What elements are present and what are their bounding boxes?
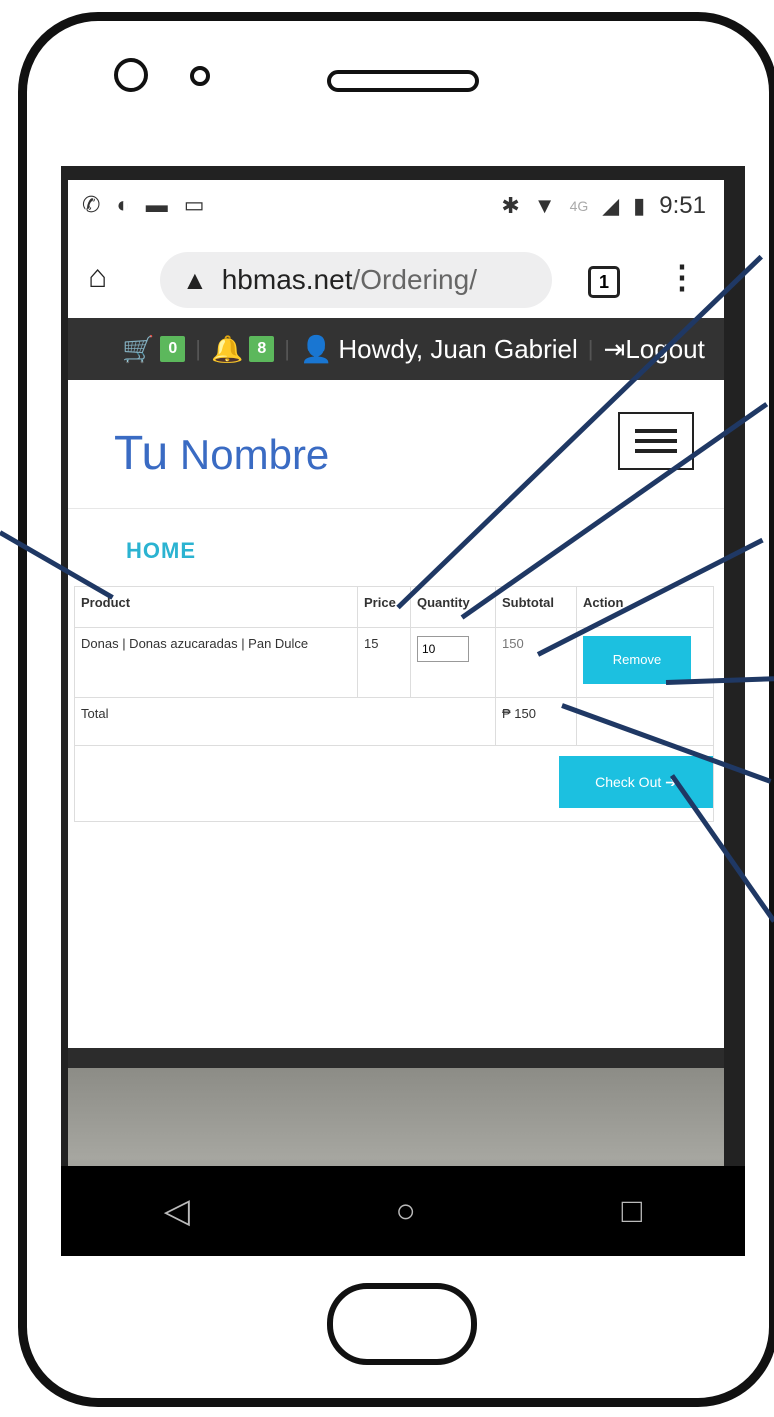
signal-audio-icon: ◐ bbox=[116, 192, 130, 217]
url-domain: hbmas.net bbox=[221, 264, 353, 295]
phone-home-button[interactable] bbox=[327, 1283, 477, 1365]
checkout-cell: Check Out ➔ bbox=[74, 745, 714, 822]
header-subtotal: Subtotal bbox=[495, 586, 577, 628]
total-label: Total bbox=[74, 697, 496, 746]
site-brand[interactable]: Tu Nombre bbox=[114, 426, 329, 481]
cart-table: Product Price Quantity Subtotal Action D… bbox=[74, 586, 714, 822]
action-cell: Remove bbox=[576, 627, 714, 698]
whatsapp-icon: ✆ bbox=[82, 192, 101, 217]
quantity-cell bbox=[410, 627, 496, 698]
notification-count-badge: 8 bbox=[249, 336, 275, 362]
user-icon: 👤 bbox=[300, 333, 333, 364]
divider: | bbox=[587, 336, 594, 361]
hamburger-line bbox=[635, 429, 677, 433]
table-row: Donas | Donas azucaradas | Pan Dulce 15 … bbox=[74, 627, 714, 698]
bell-icon[interactable]: 🔔 bbox=[211, 334, 243, 365]
total-row: Total ₱ 150 bbox=[74, 697, 714, 746]
greeting-link[interactable]: Howdy, Juan Gabriel bbox=[338, 334, 577, 365]
recents-icon[interactable]: □ bbox=[622, 1192, 643, 1231]
divider: | bbox=[284, 336, 290, 361]
battery-icon: ▮ bbox=[633, 193, 646, 218]
product-cell: Donas | Donas azucaradas | Pan Dulce bbox=[74, 627, 358, 698]
tab-switcher-button[interactable]: 1 bbox=[588, 266, 620, 298]
divider: | bbox=[195, 336, 201, 361]
price-cell: 15 bbox=[357, 627, 411, 698]
phone-screen: ✆ ◐ ▬ ▭ ✱ ▼ 4G ◢ ▮ 9:51 ⌂ ▲ hbmas.net/Or… bbox=[61, 166, 745, 1256]
more-options-icon[interactable]: ⋮ bbox=[666, 258, 698, 296]
browser-toolbar: ⌂ ▲ hbmas.net/Ordering/ 1 ⋮ bbox=[68, 234, 724, 318]
url-path: /Ordering/ bbox=[352, 264, 477, 295]
checkout-row: Check Out ➔ bbox=[74, 745, 714, 822]
cart-count-badge: 0 bbox=[160, 336, 186, 362]
hamburger-line bbox=[635, 449, 677, 453]
hamburger-line bbox=[635, 439, 677, 443]
brand-part2: Nombre bbox=[179, 431, 330, 478]
header-quantity: Quantity bbox=[410, 586, 496, 628]
home-icon[interactable]: ⌂ bbox=[88, 258, 107, 295]
brand-part1: Tu bbox=[114, 427, 169, 480]
home-circle-icon[interactable]: ○ bbox=[396, 1192, 417, 1231]
back-icon[interactable]: ◁ bbox=[164, 1191, 190, 1231]
cell-signal-icon: ◢ bbox=[602, 193, 620, 218]
bluetooth-icon: ✱ bbox=[501, 193, 520, 218]
header-product: Product bbox=[74, 586, 358, 628]
warning-icon: ▲ bbox=[182, 264, 208, 295]
logout-icon[interactable]: ⇥ bbox=[604, 334, 626, 365]
network-type: 4G bbox=[569, 198, 589, 214]
speaker-grille bbox=[327, 70, 479, 92]
header-price: Price bbox=[357, 586, 411, 628]
table-header-row: Product Price Quantity Subtotal Action bbox=[74, 586, 714, 628]
android-nav-bar: ◁ ○ □ bbox=[61, 1166, 745, 1256]
remove-button[interactable]: Remove bbox=[583, 636, 691, 684]
address-bar[interactable]: ▲ hbmas.net/Ordering/ bbox=[160, 252, 552, 308]
camera-lens-icon bbox=[114, 58, 148, 92]
quantity-input[interactable] bbox=[417, 636, 469, 662]
clock: 9:51 bbox=[659, 192, 706, 219]
account-bar: 🛒 0 | 🔔 8 | 👤 Howdy, Juan Gabriel | ⇥ Lo… bbox=[68, 318, 724, 380]
sensor-icon bbox=[190, 66, 210, 86]
wifi-icon: ▼ bbox=[533, 193, 556, 218]
browser-viewport: ✆ ◐ ▬ ▭ ✱ ▼ 4G ◢ ▮ 9:51 ⌂ ▲ hbmas.net/Or… bbox=[68, 180, 724, 1256]
site-header: Tu Nombre bbox=[68, 380, 724, 509]
cart-icon[interactable]: 🛒 bbox=[122, 334, 154, 365]
status-bar: ✆ ◐ ▬ ▭ ✱ ▼ 4G ◢ ▮ 9:51 bbox=[68, 180, 724, 234]
nav-home-link[interactable]: HOME bbox=[126, 538, 196, 564]
laptop-icon: ▭ bbox=[183, 192, 205, 217]
image-icon: ▬ bbox=[145, 192, 168, 217]
